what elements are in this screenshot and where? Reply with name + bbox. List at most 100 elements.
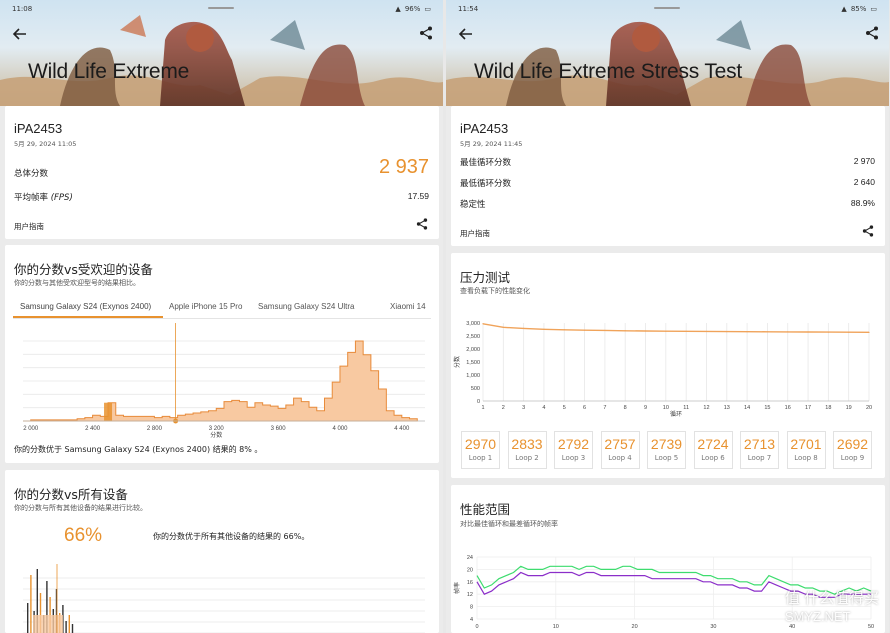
signal-icon: ▲ [395,5,401,13]
distribution-bar [65,621,67,633]
share-icon[interactable] [865,26,879,40]
x-tick-label: 8 [624,405,627,411]
watermark: 值 什么值得买 SMYZ.NET [785,587,879,625]
score-point [523,327,525,330]
stability-value: 88.9% [850,198,875,208]
loop-score-label: Loop 3 [561,454,586,462]
loop-score-value: 2739 [650,436,683,452]
user-guide-link[interactable]: 用户指南 [14,221,44,232]
x-tick-label: 9 [644,405,647,411]
device-tabs: Samsung Galaxy S24 (Exynos 2400) Apple i… [5,302,439,319]
loop-score-value: 2724 [697,436,729,452]
stress-line-chart: 05001,0001,5002,0002,5003,0001 2 3 4 5 6 7 8 9 10… [453,321,872,418]
y-tick-label: 500 [471,386,480,392]
signal-icon: ▲ [841,5,847,13]
watermark-text: 值 什么值得买 [784,590,879,607]
x-tick-label: 11 [683,405,689,411]
back-arrow-icon[interactable] [458,26,474,42]
percentile-text: 你的分数优于所有其他设备的结果的 66%。 [153,532,310,541]
tab-samsung-galaxy-s24-ultra[interactable]: Samsung Galaxy S24 Ultra [258,302,355,311]
y-tick-label: 2,000 [466,347,480,353]
best-loop-label: 最佳循环分数 [460,158,512,168]
all-devices-card: 你的分数vs所有设备 你的分数与所有其他设备的结果进行比较。 66% 你的分数优… [5,470,439,633]
x-tick-label: 16 [785,405,791,411]
popular-subtitle: 你的分数与其他受欢迎型号的结果相比。 [14,279,140,287]
status-battery: 85% [850,5,867,13]
score-point [807,331,809,333]
x-tick-label: 2 400 [85,426,101,432]
y-tick-label: 0 [477,399,480,405]
x-tick-label: 10 [553,624,559,630]
x-tick-label: 14 [744,405,750,411]
score-point [705,330,708,333]
tab-samsung-galaxy-s24-exynos[interactable]: Samsung Galaxy S24 (Exynos 2400) [20,302,151,311]
stress-result-card: iPA2453 5月 29, 2024 11:45 最佳循环分数 2 970 最… [451,106,885,246]
x-tick-label: 17 [805,405,811,411]
loop-score-box: 2833 Loop 2 [507,431,547,469]
y-tick-label: 24 [467,555,473,561]
total-score-label: 总体分数 [14,169,49,179]
x-tick-label: 3 600 [271,426,287,432]
watermark-sub: SMYZ.NET [784,609,851,624]
banner-artwork [0,15,443,106]
page-title: Wild Life Extreme Stress Test [474,60,743,83]
status-bar: 11:54 ▲ 85% ▭ [458,3,877,15]
share-icon[interactable] [419,26,433,40]
x-tick-label: 2 800 [147,426,163,432]
y-tick-label: 16 [467,580,473,586]
x-tick-label: 2 000 [23,426,39,432]
y-tick-label: 12 [467,592,473,598]
y-axis-label: 帧率 [453,582,461,594]
result-card: iPA2453 5月 29, 2024 11:05 总体分数 2 937 平均帧… [5,106,439,239]
loop-score-label: Loop 2 [515,454,539,462]
result-date: 5月 29, 2024 11:05 [14,140,77,148]
x-axis-label: 分数 [210,431,222,439]
loop-score-value: 2757 [604,436,636,452]
popular-title: 你的分数vs受欢迎的设备 [14,262,153,277]
perf-subtitle: 对比最佳循环和最差循环的帧率 [460,520,558,528]
drag-handle[interactable] [654,7,680,9]
user-guide-link[interactable]: 用户指南 [460,228,490,239]
loop-score-box: 2757 Loop 4 [600,431,640,469]
score-point [827,331,829,333]
result-date: 5月 29, 2024 11:45 [460,140,523,148]
score-point [766,331,769,333]
loop-score-value: 2833 [511,436,543,452]
x-tick-label: 19 [846,405,852,411]
y-axis-label: 分数 [453,356,461,368]
banner-artwork [446,20,889,106]
tab-apple-iphone-15-pro[interactable]: Apple iPhone 15 Pro [169,302,242,311]
header-banner: 11:08 ▲ 96% ▭ Wild Life Extreme [0,0,443,106]
score-point [502,326,504,328]
x-tick-label: 13 [724,405,730,411]
loop-score-label: Loop 6 [701,454,725,462]
best-loop-value: 2 970 [853,156,875,166]
y-tick-label: 3,000 [466,321,480,327]
battery-icon: ▭ [870,5,877,13]
tab-xiaomi-14[interactable]: Xiaomi 14 [390,302,426,311]
score-point [726,330,728,333]
score-point [746,331,748,333]
share-icon[interactable] [862,225,874,237]
loop-scores: 2970 Loop 1 2833 Loop 2 2792 Loop 3 2757 Loop 4… [461,431,881,471]
tab-divider [13,318,431,319]
x-tick-label: 30 [710,624,716,630]
fps-label: 平均帧率 (FPS) [14,191,73,203]
back-arrow-icon[interactable] [12,26,28,42]
total-score-value: 2 937 [378,156,429,178]
device-name: iPA2453 [14,121,63,136]
x-tick-label: 3 200 [209,426,225,432]
all-devices-distribution-chart [23,564,425,633]
share-icon[interactable] [416,218,428,230]
y-tick-label: 2,500 [466,334,480,340]
score-point [624,330,626,332]
drag-handle[interactable] [208,7,234,9]
score-line [482,323,870,334]
x-tick-label: 6 [583,405,586,411]
x-tick-label: 2 [502,405,505,411]
worst-loop-value: 2 640 [853,177,875,187]
x-axis-label: 循环 [670,410,682,418]
all-devices-title: 你的分数vs所有设备 [14,487,128,502]
x-tick-label: 15 [764,405,770,411]
x-tick-label: 0 [475,624,478,630]
